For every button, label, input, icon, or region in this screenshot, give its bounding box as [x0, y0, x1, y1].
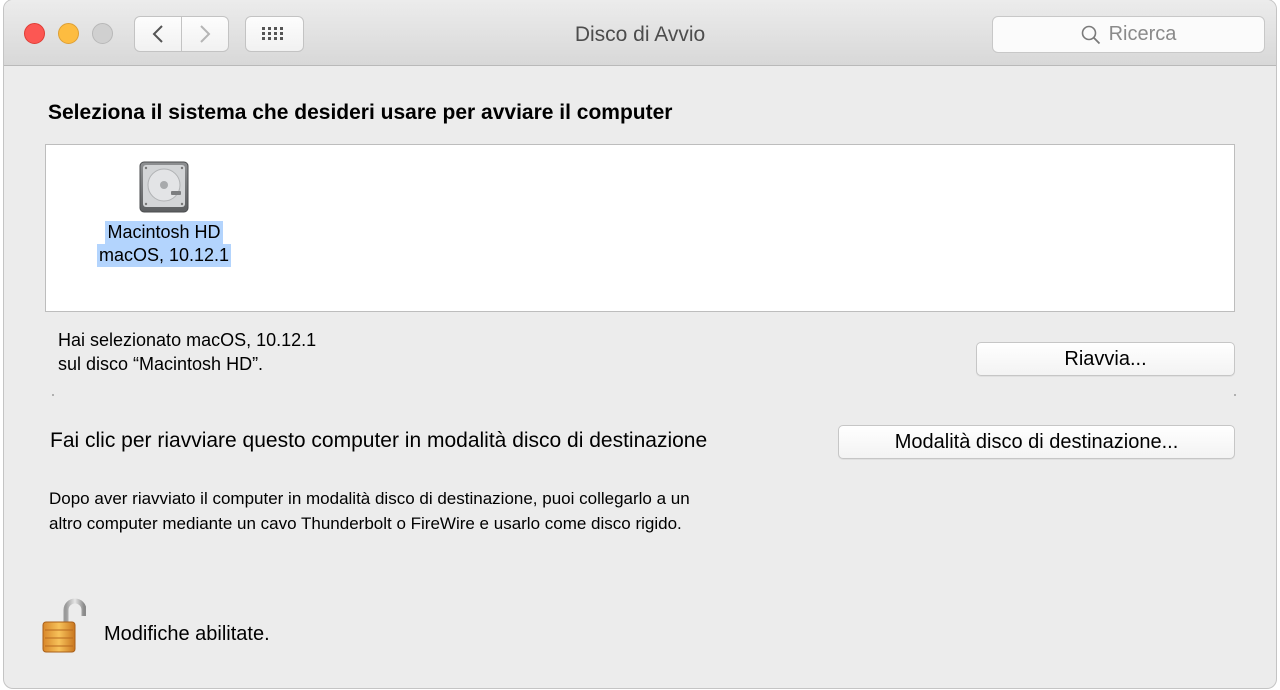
separator	[52, 394, 54, 396]
restart-button[interactable]: Riavvia...	[976, 342, 1235, 376]
search-field[interactable]: Ricerca	[992, 16, 1265, 53]
disk-name: Macintosh HD	[105, 221, 223, 244]
disk-system-version: macOS, 10.12.1	[96, 244, 232, 267]
disk-label: Macintosh HD macOS, 10.12.1	[96, 221, 232, 267]
search-placeholder: Ricerca	[1108, 23, 1177, 45]
system-preferences-window: Disco di Avvio Ricerca Seleziona il sist…	[4, 0, 1276, 688]
description-line2: altro computer mediante un cavo Thunderb…	[49, 514, 682, 533]
selection-summary-line1: Hai selezionato macOS, 10.12.1	[58, 330, 317, 350]
selection-summary: Hai selezionato macOS, 10.12.1 sul disco…	[58, 328, 316, 376]
disk-item-macintosh-hd[interactable]: Macintosh HD macOS, 10.12.1	[96, 161, 232, 267]
unlocked-padlock-icon[interactable]	[42, 598, 87, 659]
lock-status-label: Modifiche abilitate.	[104, 623, 270, 645]
hard-drive-icon	[139, 161, 189, 213]
startup-disk-heading: Seleziona il sistema che desideri usare …	[48, 101, 673, 124]
separator	[1234, 394, 1236, 396]
description-line1: Dopo aver riavviato il computer in modal…	[49, 489, 690, 508]
target-disk-mode-button[interactable]: Modalità disco di destinazione...	[838, 425, 1235, 459]
selection-summary-line2: sul disco “Macintosh HD”.	[58, 354, 264, 374]
search-icon	[1081, 25, 1100, 44]
titlebar: Disco di Avvio Ricerca	[4, 0, 1276, 66]
target-disk-mode-label: Fai clic per riavviare questo computer i…	[50, 429, 708, 452]
disk-list: Macintosh HD macOS, 10.12.1	[45, 144, 1235, 312]
target-disk-mode-description: Dopo aver riavviato il computer in modal…	[49, 486, 849, 536]
